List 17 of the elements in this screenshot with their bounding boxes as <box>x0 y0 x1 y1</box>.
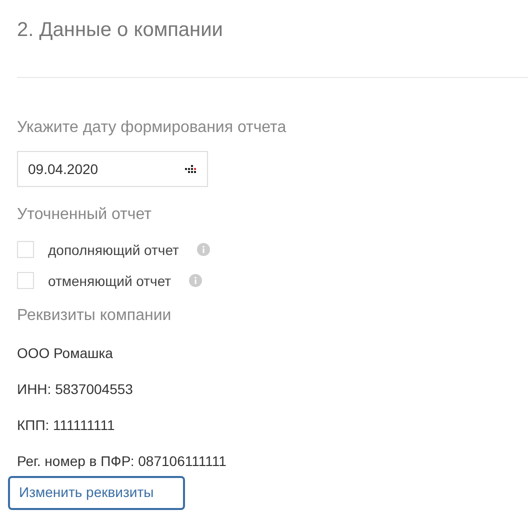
info-icon <box>189 274 202 287</box>
calendar-icon[interactable] <box>185 164 197 174</box>
company-detail: ООО Ромашка <box>17 344 114 362</box>
checkbox-label: дополняющий отчет <box>48 242 179 258</box>
section-title: 2. Данные о компании <box>17 18 224 42</box>
checkbox[interactable] <box>17 241 34 258</box>
checkbox[interactable] <box>17 272 34 289</box>
field-label: Укажите дату формирования отчета <box>17 118 288 138</box>
section-label: Уточненный отчет <box>17 205 152 225</box>
edit-details-link[interactable]: Изменить реквизиты <box>8 476 185 510</box>
section-label: Реквизиты компании <box>17 306 172 326</box>
company-detail: Рег. номер в ПФР: 087106111111 <box>17 452 228 470</box>
company-detail: ИНН: 5837004553 <box>17 380 134 398</box>
info-icon <box>196 243 210 256</box>
checkbox-label: отменяющий отчет <box>48 272 172 288</box>
date-field[interactable]: 09.04.2020 <box>17 151 208 187</box>
company-detail: КПП: 111111111 <box>17 416 116 434</box>
